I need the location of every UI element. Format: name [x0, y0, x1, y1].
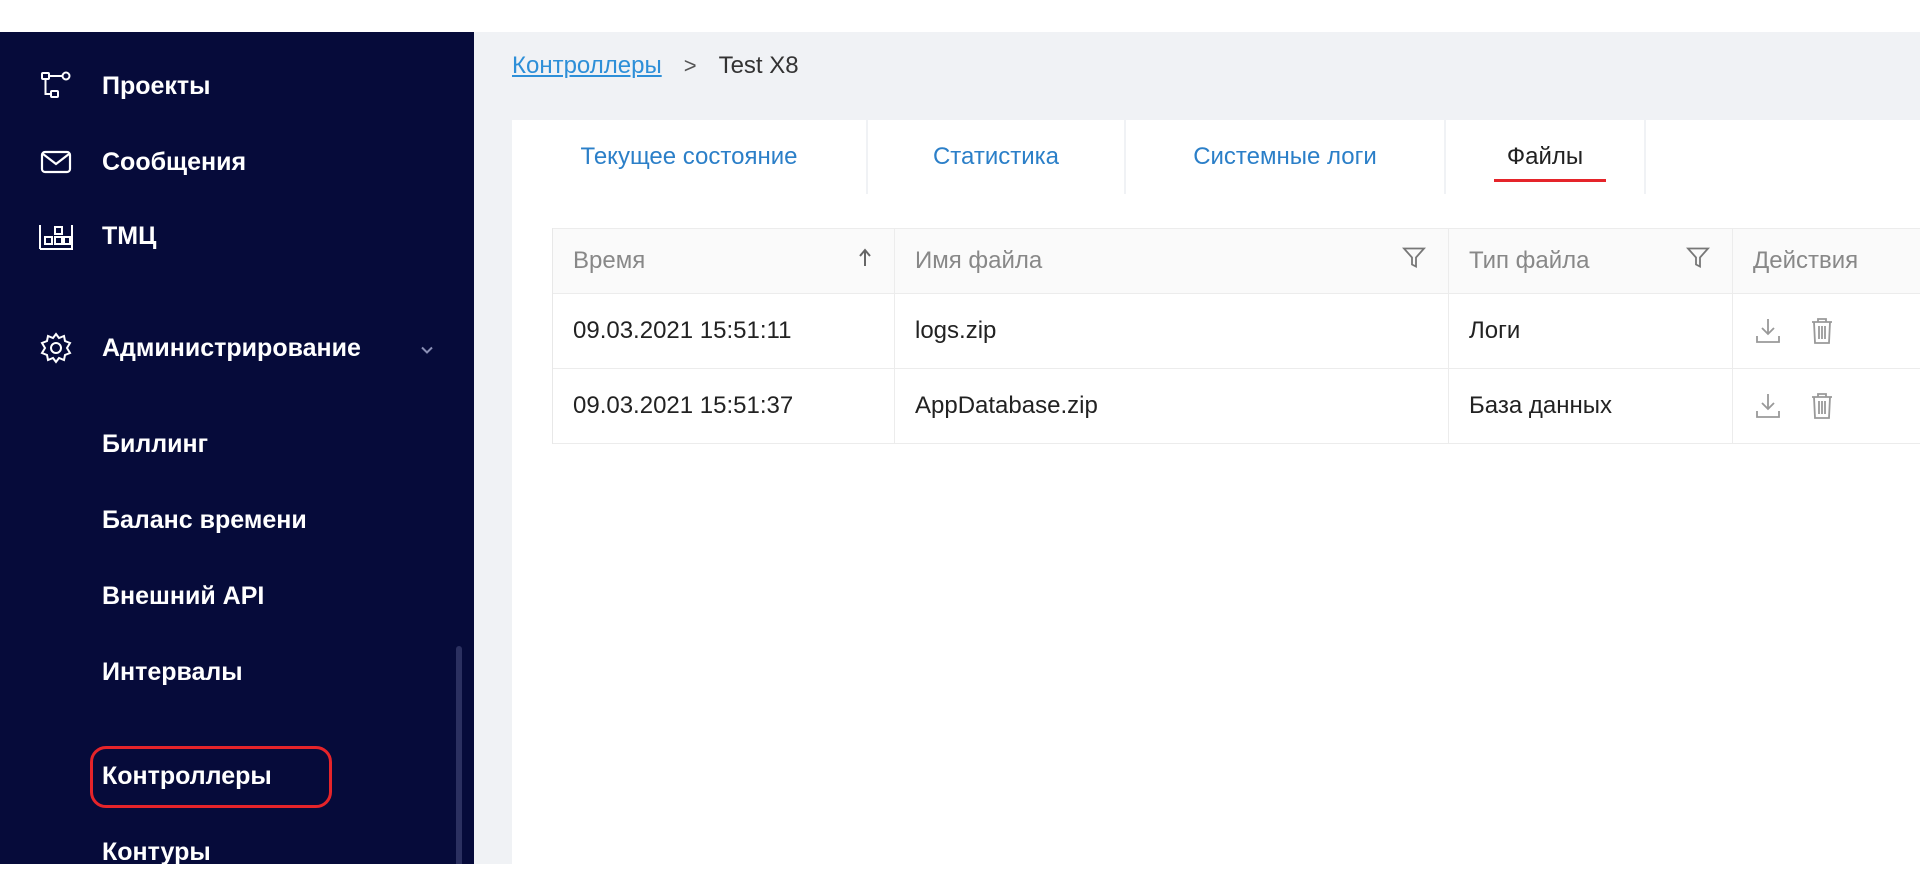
sidebar: Проекты Сообщения ТМЦ Администрирование: [0, 32, 474, 864]
delete-icon[interactable]: [1809, 391, 1835, 421]
sidebar-item-messages[interactable]: Сообщения: [0, 132, 474, 192]
sidebar-item-tmc[interactable]: ТМЦ: [0, 206, 474, 266]
cell-filename: logs.zip: [895, 294, 1449, 368]
column-header-actions: Действия: [1733, 229, 1920, 293]
column-header-label: Тип файла: [1469, 247, 1590, 274]
download-icon[interactable]: [1753, 391, 1783, 421]
filter-icon[interactable]: [1685, 246, 1711, 277]
sidebar-subitem-contours[interactable]: Контуры: [0, 822, 474, 865]
table-row: 09.03.2021 15:51:37 AppDatabase.zip База…: [553, 369, 1920, 444]
sidebar-item-label: Сообщения: [102, 147, 247, 176]
sidebar-item-label: Контуры: [102, 837, 211, 865]
sidebar-subitem-external-api[interactable]: Внешний API: [0, 566, 474, 626]
table-header-row: Время Имя файла Тип файла Действия: [553, 228, 1920, 294]
warehouse-icon: [38, 218, 74, 254]
download-icon[interactable]: [1753, 316, 1783, 346]
cell-filetype: Логи: [1449, 294, 1733, 368]
sidebar-item-label: Биллинг: [102, 429, 208, 458]
sidebar-subitem-intervals[interactable]: Интервалы: [0, 642, 474, 702]
column-header-filename[interactable]: Имя файла: [895, 229, 1449, 293]
sidebar-subitem-time-balance[interactable]: Баланс времени: [0, 490, 474, 550]
table-row: 09.03.2021 15:51:11 logs.zip Логи: [553, 294, 1920, 369]
gear-icon: [38, 330, 74, 366]
tab-bar-filler: [1646, 120, 1920, 194]
selection-highlight: [90, 746, 332, 808]
breadcrumb-current: Test X8: [718, 52, 799, 79]
column-header-label: Время: [573, 247, 646, 274]
breadcrumb-separator: >: [683, 53, 697, 78]
column-header-label: Имя файла: [915, 247, 1043, 274]
column-header-time[interactable]: Время: [553, 229, 895, 293]
sidebar-item-label: Баланс времени: [102, 505, 307, 534]
chevron-down-icon: [420, 334, 434, 363]
sidebar-item-label: Проекты: [102, 71, 211, 100]
files-panel: Время Имя файла Тип файла Действия 09.03…: [512, 194, 1920, 864]
tab-statistics[interactable]: Статистика: [868, 120, 1124, 194]
sidebar-scrollbar[interactable]: [456, 646, 462, 864]
tab-current-state[interactable]: Текущее состояние: [512, 120, 866, 194]
cell-actions: [1733, 369, 1920, 443]
tab-files[interactable]: Файлы: [1446, 120, 1644, 194]
sort-ascending-icon[interactable]: [858, 247, 872, 275]
sidebar-item-label: Администрирование: [102, 333, 361, 362]
mail-icon: [38, 144, 74, 180]
cell-actions: [1733, 294, 1920, 368]
sidebar-subitem-billing[interactable]: Биллинг: [0, 414, 474, 474]
files-table: Время Имя файла Тип файла Действия 09.03…: [552, 228, 1920, 444]
cell-time: 09.03.2021 15:51:11: [553, 294, 895, 368]
sidebar-item-label: ТМЦ: [102, 221, 157, 250]
cell-filename: AppDatabase.zip: [895, 369, 1449, 443]
filter-icon[interactable]: [1401, 246, 1427, 277]
breadcrumb: Контроллеры > Test X8: [512, 52, 799, 80]
tab-system-logs[interactable]: Системные логи: [1126, 120, 1444, 194]
sidebar-item-label: Внешний API: [102, 581, 265, 610]
cell-time: 09.03.2021 15:51:37: [553, 369, 895, 443]
cell-filetype: База данных: [1449, 369, 1733, 443]
breadcrumb-link-controllers[interactable]: Контроллеры: [512, 52, 662, 80]
sidebar-item-projects[interactable]: Проекты: [0, 56, 474, 116]
column-header-filetype[interactable]: Тип файла: [1449, 229, 1733, 293]
sidebar-item-label: Интервалы: [102, 657, 243, 686]
delete-icon[interactable]: [1809, 316, 1835, 346]
tab-bar: Текущее состояние Статистика Системные л…: [512, 120, 1920, 194]
main-content: Контроллеры > Test X8 Текущее состояние …: [474, 32, 1920, 864]
column-header-label: Действия: [1753, 247, 1859, 274]
projects-icon: [38, 68, 74, 104]
sidebar-item-administration[interactable]: Администрирование: [0, 318, 474, 378]
